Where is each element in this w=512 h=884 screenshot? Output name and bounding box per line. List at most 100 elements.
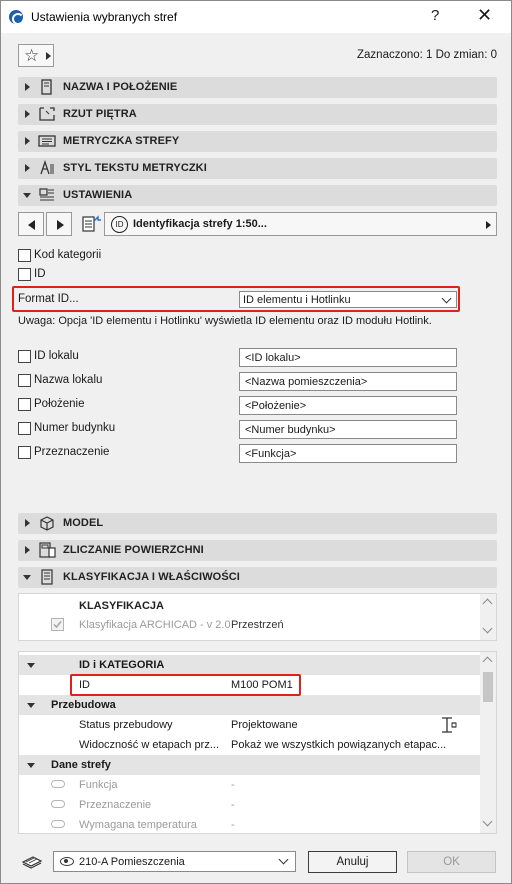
name-position-icon — [41, 79, 52, 95]
section-zone-stamp[interactable]: METRYCZKA STREFY — [18, 131, 497, 152]
property-value: - — [231, 799, 235, 811]
triangle-right-icon — [486, 221, 491, 229]
section-label: RZUT PIĘTRA — [63, 108, 137, 120]
area-calc-icon — [39, 542, 56, 558]
archicad-logo-icon — [9, 10, 24, 25]
window-title: Ustawienia wybranych stref — [31, 10, 178, 24]
star-icon: ☆ — [24, 46, 40, 65]
properties-scrollbar[interactable] — [480, 652, 496, 833]
section-settings[interactable]: USTAWIENIA — [18, 185, 497, 206]
section-label: USTAWIENIA — [63, 189, 133, 201]
classification-panel: KLASYFIKACJA Klasyfikacja ARCHICAD - v 2… — [18, 593, 497, 641]
property-row-status[interactable]: Status przebudowy Projektowane — [19, 715, 481, 735]
section-stamp-text-style[interactable]: STYL TEKSTU METRYCZKI — [18, 158, 497, 179]
renovation-filter-icon[interactable] — [439, 716, 459, 734]
property-group-zone-data[interactable]: Dane strefy — [19, 755, 481, 775]
section-area-calc[interactable]: ZLICZANIE POWIERZCHNI — [18, 540, 497, 561]
field-input[interactable]: <Numer budynku> — [239, 420, 457, 439]
scroll-down-icon — [482, 816, 493, 827]
collapse-icon — [23, 575, 31, 580]
property-row-purpose[interactable]: Przeznaczenie - — [19, 795, 481, 815]
classification-icon — [41, 569, 53, 585]
property-row-function[interactable]: Funkcja - — [19, 775, 481, 795]
floor-plan-icon — [39, 107, 55, 121]
settings-dialog: Ustawienia wybranych stref ? ✕ ☆ Zaznacz… — [0, 0, 512, 884]
link-icon — [51, 780, 65, 788]
previous-button[interactable] — [18, 212, 44, 236]
id-label: ID — [34, 268, 46, 280]
scroll-thumb[interactable] — [483, 672, 493, 702]
property-key: Funkcja — [79, 779, 118, 791]
field-checkbox[interactable] — [18, 446, 31, 459]
cancel-button[interactable]: Anuluj — [308, 851, 397, 873]
chevron-down-icon — [441, 293, 452, 304]
section-label: KLASYFIKACJA I WŁAŚCIWOŚCI — [63, 571, 240, 583]
field-input[interactable]: <Położenie> — [239, 396, 457, 415]
property-row-visibility[interactable]: Widoczność w etapach prz... Pokaż we wsz… — [19, 735, 481, 755]
format-id-value: ID elementu i Hotlinku — [243, 294, 351, 306]
layer-select[interactable]: 210-A Pomieszczenia — [53, 851, 296, 872]
group-label: ID i KATEGORIA — [79, 659, 165, 671]
scroll-up-icon — [482, 598, 493, 609]
property-key: Widoczność w etapach prz... — [79, 739, 220, 751]
section-label: ZLICZANIE POWIERZCHNI — [63, 544, 204, 556]
favorites-button[interactable]: ☆ — [18, 44, 54, 67]
property-group-renovation[interactable]: Przebudowa — [19, 695, 481, 715]
classification-row: Klasyfikacja ARCHICAD - v 2.0 Przestrzeń — [19, 615, 481, 635]
settings-icon — [39, 188, 54, 201]
section-name-position[interactable]: NAZWA I POŁOŻENIE — [18, 77, 497, 98]
link-icon — [51, 820, 65, 828]
stamp-page-label: Identyfikacja strefy 1:50... — [133, 218, 267, 230]
section-label: METRYCZKA STREFY — [63, 135, 180, 147]
field-input[interactable]: <Funkcja> — [239, 444, 457, 463]
section-classification[interactable]: KLASYFIKACJA I WŁAŚCIWOŚCI — [18, 567, 497, 588]
next-button[interactable] — [46, 212, 72, 236]
classification-value: Przestrzeń — [231, 619, 284, 631]
section-model[interactable]: MODEL — [18, 513, 497, 534]
expand-icon — [25, 110, 30, 118]
layer-name: 210-A Pomieszczenia — [79, 856, 185, 868]
field-checkbox[interactable] — [18, 398, 31, 411]
id-checkbox[interactable] — [18, 268, 31, 281]
property-row-temperature[interactable]: Wymagana temperatura - — [19, 815, 481, 833]
section-label: STYL TEKSTU METRYCZKI — [63, 162, 207, 174]
scroll-up-icon — [482, 656, 493, 667]
group-label: Dane strefy — [51, 759, 111, 771]
field-checkbox[interactable] — [18, 350, 31, 363]
stamp-page-select[interactable]: ID Identyfikacja strefy 1:50... — [104, 212, 497, 236]
field-input[interactable]: <ID lokalu> — [239, 348, 457, 367]
section-floor-plan[interactable]: RZUT PIĘTRA — [18, 104, 497, 125]
collapse-icon — [27, 703, 35, 708]
link-icon — [51, 800, 65, 808]
close-button[interactable]: ✕ — [477, 5, 492, 26]
selection-counter: Zaznaczono: 1 Do zmian: 0 — [357, 49, 497, 61]
classification-scrollbar[interactable] — [480, 594, 496, 640]
field-checkbox[interactable] — [18, 374, 31, 387]
help-button[interactable]: ? — [431, 7, 439, 24]
page-settings-icon[interactable] — [78, 212, 104, 236]
eye-icon — [60, 857, 74, 866]
property-value: Projektowane — [231, 719, 298, 731]
expand-icon — [25, 164, 30, 172]
property-key: Status przebudowy — [79, 719, 173, 731]
section-label: NAZWA I POŁOŻENIE — [63, 81, 178, 93]
expand-icon — [25, 519, 30, 527]
group-label: Przebudowa — [51, 699, 116, 711]
classification-header: KLASYFIKACJA — [79, 600, 164, 612]
ok-button[interactable]: OK — [407, 851, 496, 873]
field-checkbox[interactable] — [18, 422, 31, 435]
collapse-icon — [27, 663, 35, 668]
field-input[interactable]: <Nazwa pomieszczenia> — [239, 372, 457, 391]
layer-icon — [21, 856, 43, 869]
text-style-icon — [40, 160, 54, 175]
format-id-label: Format ID... — [18, 293, 79, 305]
category-code-label: Kod kategorii — [34, 249, 102, 261]
category-code-checkbox[interactable] — [18, 249, 31, 262]
zone-stamp-icon — [38, 135, 56, 147]
property-group-id[interactable]: ID i KATEGORIA — [19, 655, 481, 675]
scroll-down-icon — [482, 623, 493, 634]
format-id-select[interactable]: ID elementu i Hotlinku — [239, 291, 457, 308]
expand-icon — [25, 546, 30, 554]
triangle-right-icon — [46, 52, 51, 60]
field-label: ID lokalu — [34, 350, 79, 362]
